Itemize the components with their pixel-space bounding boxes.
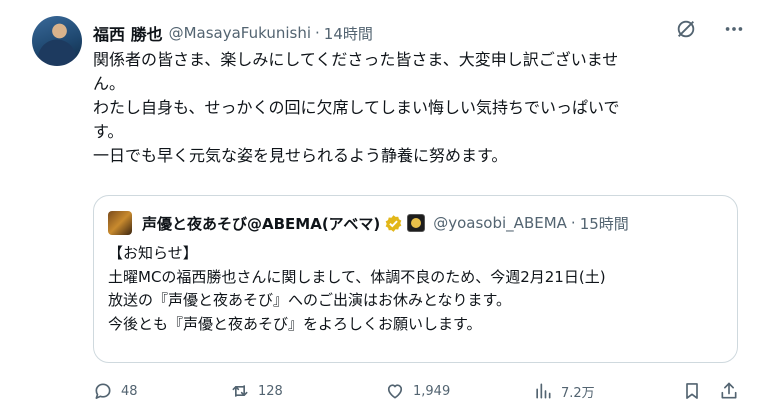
bookmark-icon (682, 381, 710, 401)
share-icon (719, 381, 747, 401)
bookmark-button[interactable] (682, 378, 710, 404)
quoted-tweet-timestamp[interactable]: 15時間 (580, 213, 629, 234)
quoted-author-avatar[interactable] (108, 211, 132, 235)
verified-gold-badge-icon (384, 214, 403, 233)
like-button[interactable]: 1,949 (385, 378, 450, 404)
author-display-name[interactable]: 福西 勝也 (93, 21, 163, 45)
grok-icon[interactable] (675, 18, 697, 40)
more-icon[interactable] (723, 18, 745, 40)
views-count: 7.2万 (561, 385, 595, 401)
quoted-body-line: 放送の『声優と夜あそび』へのご出演はお休みとなります。 (108, 291, 512, 309)
tweet-body: 関係者の皆さま、楽しみにしてくださった皆さま、大変申し訳ございませ ん。 わたし… (93, 48, 733, 168)
author-avatar[interactable] (32, 16, 82, 66)
quoted-header-separator: · (570, 214, 576, 232)
share-button[interactable] (719, 378, 747, 404)
repost-icon (230, 381, 258, 401)
author-handle[interactable]: @MasayaFukunishi (169, 24, 311, 42)
reply-button[interactable]: 48 (93, 378, 138, 404)
quoted-body-line: 土曜MCの福西勝也さんに関しまして、体調不良のため、今週2月21日(土) (108, 267, 606, 286)
reply-count: 48 (121, 383, 138, 399)
tweet-timestamp[interactable]: 14時間 (324, 23, 373, 44)
quoted-author-handle[interactable]: @yoasobi_ABEMA (433, 214, 567, 232)
tweet-header: 福西 勝也 @MasayaFukunishi · 14時間 (93, 20, 373, 46)
tweet-body-line: 一日でも早く元気な姿を見せられるよう静養に努めます。 (93, 146, 508, 165)
views-button[interactable]: 7.2万 (533, 378, 595, 404)
quoted-tweet-header: 声優と夜あそび@ABEMA(アベマ) @yoasobi_ABEMA · 15時間 (108, 210, 629, 236)
views-icon (533, 381, 561, 401)
quoted-tweet[interactable]: 声優と夜あそび@ABEMA(アベマ) @yoasobi_ABEMA · 15時間… (93, 195, 738, 363)
tweet-body-line: ん。 (93, 74, 126, 93)
quoted-body-line: 【お知らせ】 (108, 244, 198, 262)
tweet-action-bar: 48 128 1,949 7.2万 (93, 378, 743, 404)
heart-icon (385, 381, 413, 401)
repost-button[interactable]: 128 (230, 378, 283, 404)
tweet-body-line: 関係者の皆さま、楽しみにしてくださった皆さま、大変申し訳ございませ (93, 50, 619, 69)
tweet-card[interactable]: 福西 勝也 @MasayaFukunishi · 14時間 関係者の皆さま、楽し… (0, 0, 767, 418)
header-separator: · (315, 24, 320, 42)
quoted-author-display-name[interactable]: 声優と夜あそび@ABEMA(アベマ) (142, 213, 380, 234)
quoted-tweet-body: 【お知らせ】 土曜MCの福西勝也さんに関しまして、体調不良のため、今週2月21日… (108, 242, 728, 336)
tweet-top-actions (675, 18, 745, 40)
tweet-body-line: す。 (93, 122, 124, 141)
reply-icon (93, 381, 121, 401)
like-count: 1,949 (413, 383, 451, 399)
quoted-body-line: 今後とも『声優と夜あそび』をよろしくお願いします。 (108, 314, 482, 333)
tweet-body-line: わたし自身も、せっかくの回に欠席してしまい悔しい気持ちでいっぱいで (93, 98, 620, 117)
affiliate-badge-icon[interactable] (407, 214, 426, 232)
repost-count: 128 (258, 383, 283, 399)
